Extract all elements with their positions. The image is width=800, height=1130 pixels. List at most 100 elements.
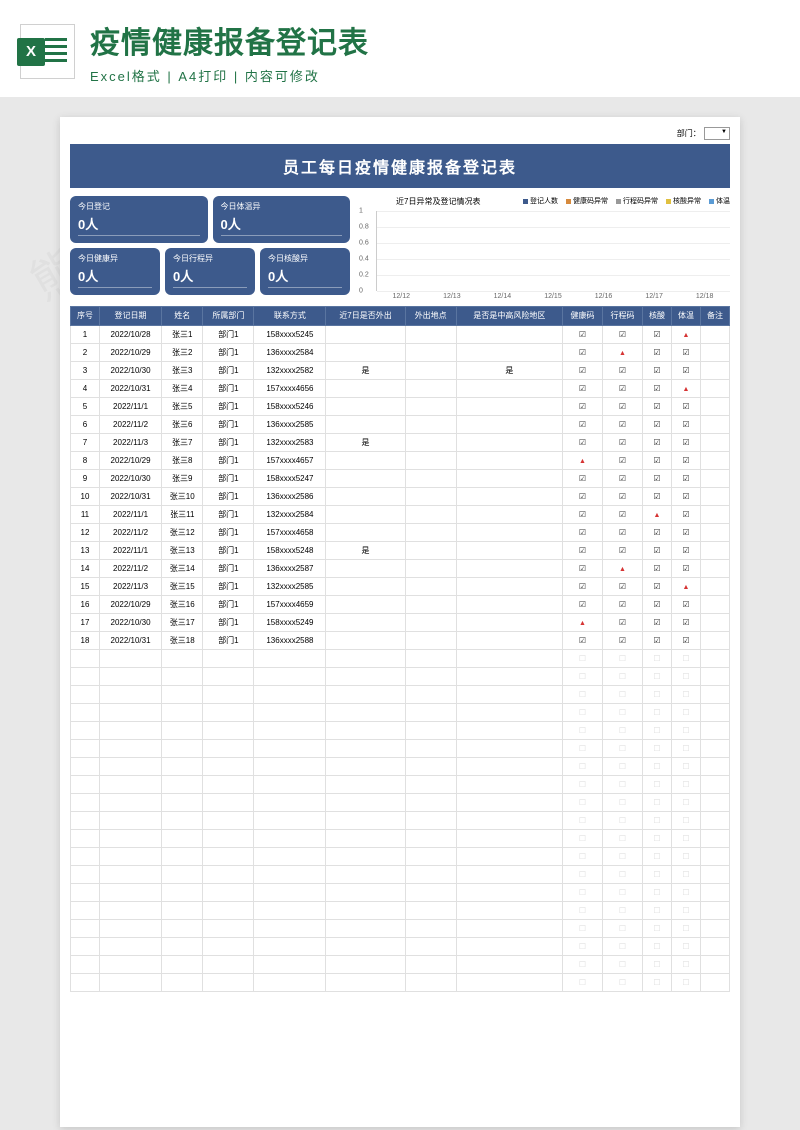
column-header: 序号: [71, 307, 100, 326]
table-cell: 部门1: [203, 361, 254, 379]
table-cell: ☑: [643, 397, 672, 415]
table-cell: 158xxxx5249: [254, 613, 326, 631]
table-cell: ☑: [562, 433, 602, 451]
table-cell: 136xxxx2586: [254, 487, 326, 505]
table-cell: ☑: [671, 631, 700, 649]
table-cell: [326, 613, 405, 631]
table-cell: ☑: [562, 505, 602, 523]
table-row: 122022/11/2张三12部门1157xxxx4658☑☑☑☑: [71, 523, 730, 541]
table-cell: [456, 541, 562, 559]
table-row: 102022/10/31张三10部门1136xxxx2586☑☑☑☑: [71, 487, 730, 505]
table-cell: [700, 415, 729, 433]
table-cell: 2022/10/29: [99, 343, 161, 361]
table-cell: ☑: [562, 397, 602, 415]
table-cell: 张三1: [162, 325, 203, 343]
table-cell: ☑: [671, 613, 700, 631]
table-row-empty: ☐☐☐☐: [71, 811, 730, 829]
table-cell: [405, 451, 456, 469]
table-cell: 张三10: [162, 487, 203, 505]
table-cell: ☑: [602, 415, 642, 433]
table-cell: 是: [326, 433, 405, 451]
table-row-empty: ☐☐☐☐: [71, 955, 730, 973]
table-cell: 2022/10/30: [99, 361, 161, 379]
table-row-empty: ☐☐☐☐: [71, 937, 730, 955]
column-header: 近7日是否外出: [326, 307, 405, 326]
table-cell: ☑: [602, 379, 642, 397]
table-cell: [456, 433, 562, 451]
table-cell: 部门1: [203, 415, 254, 433]
table-cell: ☑: [562, 559, 602, 577]
table-cell: 158xxxx5246: [254, 397, 326, 415]
table-row: 132022/11/1张三13部门1158xxxx5248是☑☑☑☑: [71, 541, 730, 559]
table-cell: [456, 343, 562, 361]
table-cell: ☑: [562, 379, 602, 397]
table-row-empty: ☐☐☐☐: [71, 793, 730, 811]
table-cell: [405, 505, 456, 523]
table-cell: 张三13: [162, 541, 203, 559]
table-row: 152022/11/3张三15部门1132xxxx2585☑☑☑▲: [71, 577, 730, 595]
table-cell: 2022/10/29: [99, 451, 161, 469]
table-cell: [456, 451, 562, 469]
table-cell: [700, 595, 729, 613]
table-row: 92022/10/30张三9部门1158xxxx5247☑☑☑☑: [71, 469, 730, 487]
table-cell: 157xxxx4657: [254, 451, 326, 469]
table-cell: 136xxxx2584: [254, 343, 326, 361]
table-cell: [326, 469, 405, 487]
document-preview: 部门： 员工每日疫情健康报备登记表 今日登记 0人 今日体温异 0人 今日健康异…: [60, 117, 740, 1127]
table-cell: [456, 469, 562, 487]
table-cell: 158xxxx5247: [254, 469, 326, 487]
table-cell: ☑: [643, 415, 672, 433]
table-row: 52022/11/1张三5部门1158xxxx5246☑☑☑☑: [71, 397, 730, 415]
legend-item: 体温: [709, 196, 730, 206]
table-cell: 8: [71, 451, 100, 469]
table-cell: 张三16: [162, 595, 203, 613]
table-cell: 张三4: [162, 379, 203, 397]
department-filter[interactable]: 部门：: [677, 127, 730, 140]
table-cell: 157xxxx4659: [254, 595, 326, 613]
table-cell: [456, 397, 562, 415]
table-cell: 部门1: [203, 343, 254, 361]
table-row-empty: ☐☐☐☐: [71, 901, 730, 919]
table-cell: ☑: [643, 361, 672, 379]
table-cell: ☑: [643, 469, 672, 487]
table-cell: ☑: [671, 541, 700, 559]
table-row: 112022/11/1张三11部门1132xxxx2584☑☑▲☑: [71, 505, 730, 523]
table-row: 12022/10/28张三1部门1158xxxx5245☑☑☑▲: [71, 325, 730, 343]
table-cell: [700, 397, 729, 415]
dropdown-icon[interactable]: [704, 127, 730, 140]
table-row-empty: ☐☐☐☐: [71, 883, 730, 901]
table-cell: [456, 631, 562, 649]
table-cell: 是: [326, 541, 405, 559]
table-cell: 2022/10/28: [99, 325, 161, 343]
excel-icon: X: [20, 24, 75, 79]
data-table: 序号登记日期姓名所属部门联系方式近7日是否外出外出地点是否是中高风险地区健康码行…: [70, 306, 730, 992]
table-cell: ☑: [602, 325, 642, 343]
table-cell: ☑: [671, 469, 700, 487]
table-cell: 10: [71, 487, 100, 505]
table-cell: ☑: [602, 469, 642, 487]
page-title: 疫情健康报备登记表: [90, 18, 780, 62]
table-cell: 张三8: [162, 451, 203, 469]
table-row-empty: ☐☐☐☐: [71, 847, 730, 865]
table-cell: ☑: [602, 631, 642, 649]
table-cell: ☑: [671, 505, 700, 523]
table-cell: [700, 523, 729, 541]
table-cell: 132xxxx2584: [254, 505, 326, 523]
table-row: 172022/10/30张三17部门1158xxxx5249▲☑☑☑: [71, 613, 730, 631]
table-cell: [456, 577, 562, 595]
table-cell: ☑: [671, 559, 700, 577]
table-cell: 2: [71, 343, 100, 361]
table-cell: ☑: [643, 559, 672, 577]
column-header: 体温: [671, 307, 700, 326]
table-cell: ▲: [671, 577, 700, 595]
table-cell: 张三7: [162, 433, 203, 451]
table-cell: 张三5: [162, 397, 203, 415]
table-cell: 是: [456, 361, 562, 379]
table-cell: [456, 559, 562, 577]
table-cell: [326, 451, 405, 469]
table-cell: [700, 541, 729, 559]
table-cell: 张三9: [162, 469, 203, 487]
table-cell: [326, 487, 405, 505]
table-cell: ☑: [562, 325, 602, 343]
table-cell: [700, 325, 729, 343]
